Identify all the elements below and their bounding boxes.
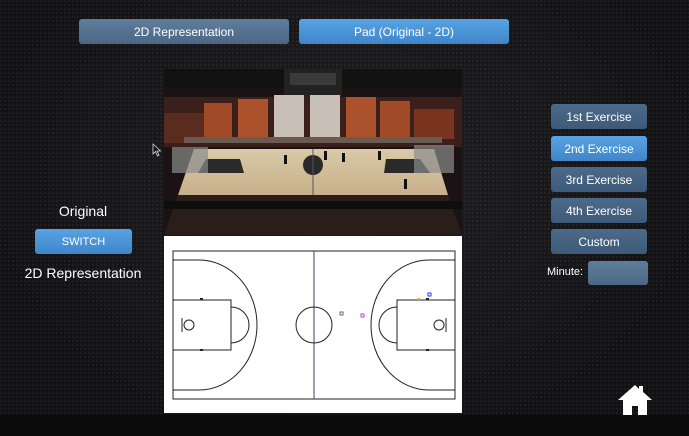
exercise-1-button[interactable]: 1st Exercise (551, 104, 647, 129)
player-marker (360, 313, 365, 318)
exercise-3-button[interactable]: 3rd Exercise (551, 167, 647, 192)
player-marker (339, 311, 344, 316)
minute-label: Minute: (547, 266, 584, 278)
player-marker (427, 292, 432, 297)
left-basket-circle (183, 319, 195, 331)
tab-2d-representation[interactable]: 2D Representation (79, 19, 289, 44)
bottom-bar (0, 415, 689, 436)
minute-input[interactable] (588, 261, 648, 285)
home-icon (618, 385, 652, 416)
exercise-4-button[interactable]: 4th Exercise (551, 198, 647, 223)
player-marker (417, 298, 420, 300)
player-marker (426, 298, 429, 300)
player-marker (426, 349, 429, 351)
home-button[interactable] (616, 382, 654, 418)
right-basket-circle (433, 319, 445, 331)
left-free-throw-arc (230, 306, 250, 344)
tab-pad-original-2d[interactable]: Pad (Original - 2D) (299, 19, 509, 44)
custom-button[interactable]: Custom (551, 229, 647, 254)
original-label: Original (58, 203, 108, 219)
cursor-arrow-icon (152, 143, 162, 157)
arena-video-view (164, 69, 462, 235)
arena-image (164, 69, 462, 235)
player-marker (200, 298, 203, 300)
court-diagram[interactable] (164, 236, 462, 413)
player-marker (200, 349, 203, 351)
right-three-point-line (370, 259, 455, 391)
court-lines (172, 250, 456, 400)
representation-2d-label: 2D Representation (24, 265, 142, 281)
left-three-point-line (173, 259, 258, 391)
switch-button[interactable]: SWITCH (35, 229, 132, 254)
right-free-throw-arc (378, 306, 398, 344)
exercise-2-button[interactable]: 2nd Exercise (551, 136, 647, 161)
